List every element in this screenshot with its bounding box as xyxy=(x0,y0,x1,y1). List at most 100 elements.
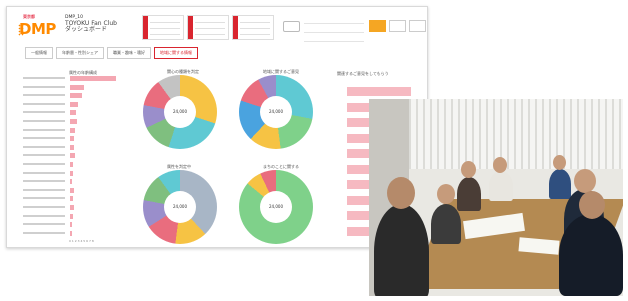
person-right xyxy=(559,214,623,296)
field-row[interactable] xyxy=(304,16,364,24)
left-bar xyxy=(70,84,84,90)
search-fields xyxy=(304,16,364,43)
left-bar-row xyxy=(23,101,133,108)
field-row[interactable] xyxy=(304,25,364,33)
left-bar xyxy=(70,187,75,193)
person-head xyxy=(574,169,596,193)
pie-center-4: 24,000 xyxy=(260,191,292,223)
pie-center-3: 24,000 xyxy=(164,191,196,223)
left-bar-label xyxy=(23,180,65,183)
left-bar xyxy=(70,204,74,210)
left-bar xyxy=(70,161,74,167)
pie-chart-2: 24,000 xyxy=(239,75,313,149)
filter-1[interactable] xyxy=(142,15,184,40)
person-head xyxy=(437,184,455,204)
left-bar-label xyxy=(23,205,65,208)
left-bar-row xyxy=(23,161,133,168)
right-bar-row xyxy=(347,87,427,96)
person-head xyxy=(387,177,415,209)
left-bar xyxy=(70,76,116,81)
left-bar-label xyxy=(23,145,65,148)
tab-region[interactable]: 地域に関する情報 xyxy=(154,47,198,59)
pie-center-1: 24,000 xyxy=(164,96,196,128)
tab-general[interactable]: 一般情報 xyxy=(25,47,53,59)
pie-chart-3: 24,000 xyxy=(143,170,217,244)
left-bar-row xyxy=(23,127,133,134)
person-head xyxy=(553,155,566,170)
pie-title-1: 関心の種類を判定 xyxy=(167,69,199,74)
field-row[interactable] xyxy=(304,34,364,42)
person-left xyxy=(374,204,429,296)
left-bar-chart xyxy=(23,76,133,239)
left-axis-ticks: 0 1 2 3 4 5 6 7 8 xyxy=(69,239,94,243)
dashboard-screenshot: 東京都 DMP DMP_10 TOYOKU Fan Club ダッシュボード 一… xyxy=(6,6,428,248)
pie-title-4: まちのことに関する xyxy=(263,164,299,169)
title-line3: ダッシュボード xyxy=(65,26,108,33)
left-bar-row xyxy=(23,179,133,185)
left-bar-label xyxy=(23,128,65,131)
secondary-action-button[interactable] xyxy=(389,20,406,32)
left-bar-label xyxy=(23,137,65,140)
action-buttons xyxy=(369,20,426,32)
left-bar xyxy=(70,110,76,116)
left-bar xyxy=(70,101,79,107)
left-bar xyxy=(70,118,78,124)
left-bar xyxy=(70,213,73,219)
person-head xyxy=(461,161,476,178)
tertiary-action-button[interactable] xyxy=(409,20,426,32)
left-bar-label xyxy=(23,223,65,226)
left-bar-label xyxy=(23,197,65,200)
left-bar xyxy=(70,230,72,236)
left-bar-row xyxy=(23,213,133,220)
pie-chart-4: 24,000 xyxy=(239,170,313,244)
left-bar xyxy=(70,179,73,185)
tab-age-gender[interactable]: 年齢層・性別シェア xyxy=(56,47,104,59)
left-bar xyxy=(70,136,75,142)
left-bar-row xyxy=(23,170,133,177)
left-bar-row xyxy=(23,204,133,211)
person xyxy=(549,169,571,199)
tab-occupation[interactable]: 職業・趣味・嗜好 xyxy=(107,47,151,59)
apply-button[interactable] xyxy=(283,21,300,32)
primary-action-button[interactable] xyxy=(369,20,386,32)
left-bar-row xyxy=(23,144,133,151)
person xyxy=(489,171,513,201)
tab-bar: 一般情報 年齢層・性別シェア 職業・趣味・嗜好 地域に関する情報 xyxy=(25,47,198,59)
pie-chart-1: 24,000 xyxy=(143,75,217,149)
left-bar-label xyxy=(23,119,65,122)
left-bar-label xyxy=(23,77,65,79)
filter-group xyxy=(142,15,274,40)
dashboard-title: DMP_10 TOYOKU Fan Club ダッシュボード xyxy=(65,15,117,33)
left-bar-row xyxy=(23,76,133,82)
left-bar xyxy=(70,144,74,150)
left-bar-row xyxy=(23,222,133,228)
left-bar-label xyxy=(23,94,65,97)
logo-main: DMP xyxy=(19,20,56,38)
left-bar-label xyxy=(23,171,65,174)
person-head xyxy=(579,191,605,219)
right-chart-title: 関連するご意見をしてもらう xyxy=(337,71,389,76)
left-bar-label xyxy=(23,85,65,88)
filter-3[interactable] xyxy=(232,15,274,40)
left-bar xyxy=(70,93,82,99)
right-bar xyxy=(347,87,411,96)
left-bar-row xyxy=(23,136,133,142)
person-head xyxy=(493,157,507,173)
left-bar xyxy=(70,196,74,202)
meeting-photo xyxy=(369,99,623,296)
left-bar-label xyxy=(23,102,65,105)
left-bar xyxy=(70,127,75,133)
left-bar-row xyxy=(23,187,133,194)
left-bar-row xyxy=(23,196,133,202)
person xyxy=(431,204,461,244)
filter-2[interactable] xyxy=(187,15,229,40)
left-bar-label xyxy=(23,188,65,191)
left-bar-row xyxy=(23,93,133,99)
left-bar-label xyxy=(23,154,65,157)
left-bar xyxy=(70,170,73,176)
dmp-logo: 東京都 DMP xyxy=(17,14,59,40)
left-bar-row xyxy=(23,84,133,91)
pie-center-2: 24,000 xyxy=(260,96,292,128)
left-bar-label xyxy=(23,111,65,114)
left-bar-label xyxy=(23,214,65,217)
